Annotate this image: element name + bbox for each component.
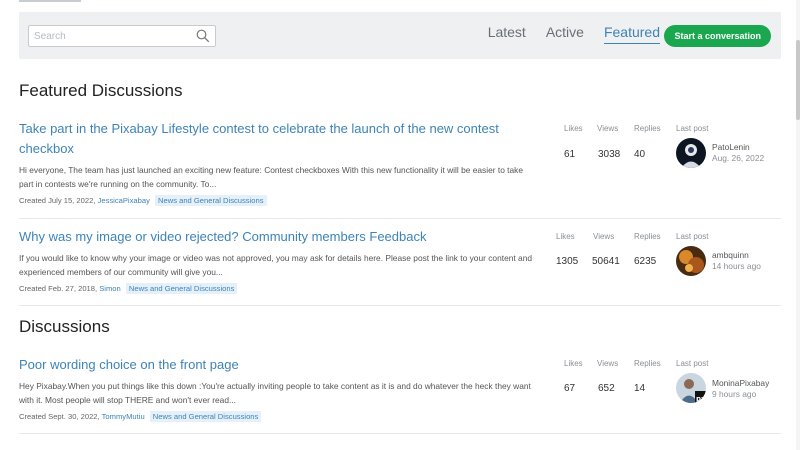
avatar[interactable] [676, 246, 706, 276]
scrollbar-thumb[interactable] [796, 40, 800, 120]
tab-active[interactable]: Active [546, 24, 584, 44]
thread-title[interactable]: Poor wording choice on the front page [19, 355, 529, 375]
thread-divider [19, 218, 781, 219]
replies-count: 14 [634, 383, 646, 394]
avatar[interactable]: px [676, 373, 706, 403]
start-conversation-button[interactable]: Start a conversation [664, 25, 771, 47]
top-divider [19, 0, 81, 2]
page-scrollbar[interactable] [796, 0, 800, 450]
section-divider [19, 305, 781, 306]
last-post-time: 9 hours ago [712, 389, 757, 399]
discussions-heading: Discussions [19, 317, 110, 336]
likes-count: 61 [564, 149, 576, 160]
thread-title[interactable]: Take part in the Pixabay Lifestyle conte… [19, 119, 529, 159]
likes-label: Likes [564, 359, 583, 368]
thread-item: Poor wording choice on the front page He… [19, 355, 781, 422]
created-date: Created July 15, 2022, [19, 196, 96, 205]
last-post-label: Last post [676, 124, 709, 133]
last-post-time: 14 hours ago [712, 261, 761, 271]
thread-meta: Created Feb. 27, 2018, Simon News and Ge… [19, 283, 781, 294]
last-post-user[interactable]: ambquinn [712, 250, 749, 260]
featured-heading: Featured Discussions [19, 81, 183, 100]
views-count: 3038 [598, 149, 621, 160]
likes-count: 1305 [556, 256, 579, 267]
avatar[interactable] [676, 138, 706, 168]
views-count: 652 [598, 383, 615, 394]
likes-label: Likes [556, 232, 575, 241]
likes-count: 67 [564, 383, 576, 394]
thread-item: Why was my image or video rejected? Comm… [19, 227, 781, 294]
category-tag[interactable]: News and General Discussions [125, 283, 238, 294]
last-post-user[interactable]: MoninaPixabay [712, 378, 769, 388]
likes-label: Likes [564, 124, 583, 133]
last-post-label: Last post [676, 359, 709, 368]
created-date: Created Sept. 30, 2022, [19, 412, 100, 421]
replies-count: 40 [634, 149, 646, 160]
discussion-tabs: Latest Active Featured [468, 24, 660, 44]
author-link[interactable]: Simon [99, 284, 121, 293]
discussion-toolbar: Latest Active Featured Start a conversat… [19, 12, 781, 59]
category-tag[interactable]: News and General Discussions [155, 195, 267, 206]
thread-excerpt: Hey Pixabay.When you put things like thi… [19, 381, 531, 405]
tab-featured[interactable]: Featured [603, 24, 660, 44]
search-input[interactable] [29, 26, 189, 47]
views-label: Views [593, 232, 615, 241]
thread-meta: Created Sept. 30, 2022, TommyMutiu News … [19, 411, 781, 422]
replies-label: Replies [634, 124, 661, 133]
thread-excerpt: If you would like to know why your image… [19, 253, 533, 277]
last-post-time: Aug. 26, 2022 [712, 153, 765, 163]
views-label: Views [597, 359, 619, 368]
thread-item: Take part in the Pixabay Lifestyle conte… [19, 119, 781, 206]
category-tag[interactable]: News and General Discussions [149, 411, 262, 422]
replies-count: 6235 [634, 256, 657, 267]
thread-meta: Created July 15, 2022, JessicaPixabay Ne… [19, 195, 781, 206]
last-post-user[interactable]: PatoLenin [712, 142, 750, 152]
last-post-label: Last post [676, 232, 709, 241]
search-icon[interactable] [196, 29, 210, 43]
search-box[interactable] [28, 25, 216, 47]
replies-label: Replies [634, 232, 661, 241]
thread-excerpt: Hi everyone, The team has just launched … [19, 165, 524, 189]
thread-title[interactable]: Why was my image or video rejected? Comm… [19, 227, 529, 247]
replies-label: Replies [634, 359, 661, 368]
tab-latest[interactable]: Latest [488, 24, 526, 44]
author-link[interactable]: JessicaPixabay [98, 196, 150, 205]
created-date: Created Feb. 27, 2018, [19, 284, 98, 293]
views-label: Views [597, 124, 619, 133]
views-count: 50641 [592, 256, 620, 267]
thread-divider [19, 433, 781, 434]
author-link[interactable]: TommyMutiu [102, 412, 145, 421]
